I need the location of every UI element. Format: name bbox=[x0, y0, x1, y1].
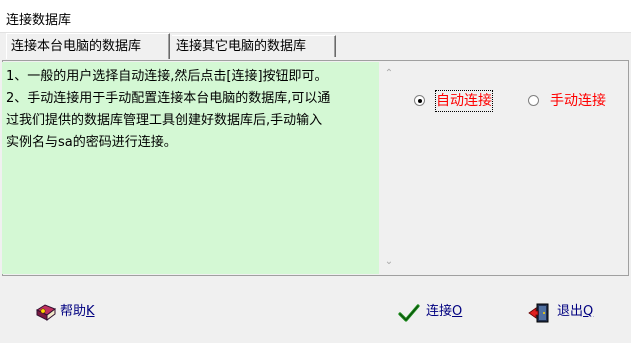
auto-connect-radio[interactable]: 自动连接 bbox=[414, 90, 512, 112]
scroll-up-icon[interactable]: ⌃ bbox=[379, 66, 399, 82]
memo-scrollbar[interactable]: ⌃ ⌄ bbox=[379, 62, 399, 274]
exit-door-icon bbox=[527, 303, 549, 323]
memo-line: 1、一般的用户选择自动连接,然后点击[连接]按钮即可。 bbox=[6, 69, 328, 84]
instructions-memo[interactable]: 1、一般的用户选择自动连接,然后点击[连接]按钮即可。 2、手动连接用于手动配置… bbox=[2, 62, 379, 274]
connect-button[interactable]: 连接O bbox=[398, 301, 488, 323]
auto-connect-label: 自动连接 bbox=[435, 90, 493, 112]
radio-selected-icon bbox=[414, 95, 425, 106]
title-bar: 连接数据库 bbox=[0, 0, 631, 33]
checkmark-icon bbox=[398, 303, 420, 323]
exit-label: 退出 bbox=[557, 304, 584, 319]
exit-button[interactable]: 退出Q bbox=[527, 301, 617, 323]
manual-connect-radio[interactable]: 手动连接 bbox=[528, 90, 631, 112]
memo-line: 2、手动连接用于手动配置连接本台电脑的数据库,可以通 bbox=[6, 91, 331, 106]
exit-hotkey: Q bbox=[583, 304, 594, 319]
help-book-icon bbox=[34, 303, 57, 323]
help-button[interactable]: 帮助K bbox=[34, 301, 124, 323]
memo-line: 过我们提供的数据库管理工具创建好数据库后,手动输入 bbox=[6, 113, 323, 128]
memo-line: 实例名与sa的密码进行连接。 bbox=[6, 135, 177, 150]
tab-local-database[interactable]: 连接本台电脑的数据库 bbox=[6, 33, 170, 59]
window-title: 连接数据库 bbox=[6, 13, 72, 28]
connect-label: 连接 bbox=[426, 304, 453, 319]
manual-connect-label: 手动连接 bbox=[550, 93, 606, 109]
scroll-down-icon[interactable]: ⌄ bbox=[379, 254, 399, 270]
connect-hotkey: O bbox=[452, 304, 463, 319]
tab-remote-database[interactable]: 连接其它电脑的数据库 bbox=[172, 35, 336, 57]
button-bar: 帮助K 连接O 退出Q bbox=[0, 277, 631, 343]
radio-unselected-icon bbox=[528, 95, 539, 106]
help-label: 帮助 bbox=[60, 304, 87, 319]
help-hotkey: K bbox=[86, 304, 95, 319]
